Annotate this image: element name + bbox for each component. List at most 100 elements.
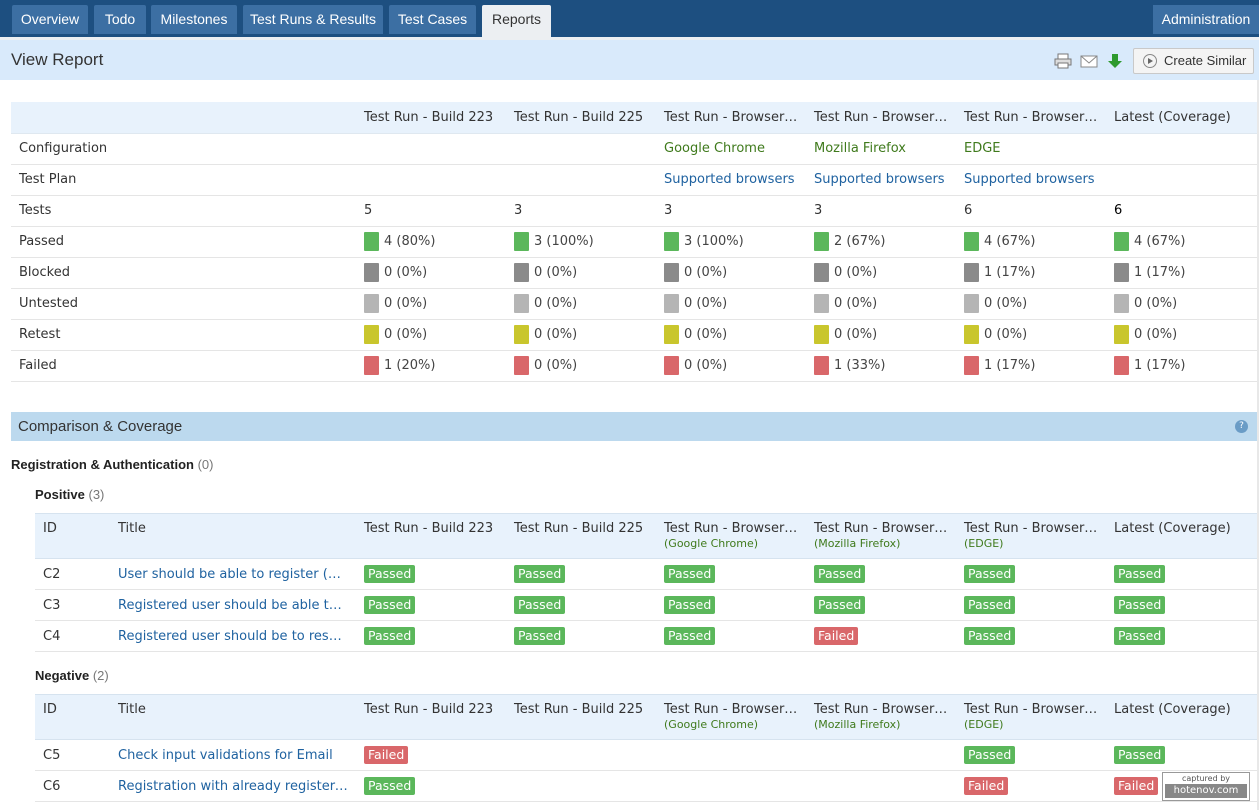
test-plan-link[interactable]: Supported browsers <box>656 164 806 196</box>
run-header-name: Test Run - Browsers... <box>814 702 954 717</box>
group-name: Negative <box>35 668 90 683</box>
result-badge[interactable]: Passed <box>1114 596 1166 614</box>
case-title-link[interactable]: Registered user should be able to lo... <box>110 589 356 621</box>
tab-test-runs-results[interactable]: Test Runs & Results <box>243 5 383 34</box>
summary-col-header: Test Run - Browsers... <box>656 102 806 134</box>
page-header: View Report Create Similar <box>0 37 1259 80</box>
test-plan-link[interactable]: Supported browsers <box>806 164 956 196</box>
passed-cell: 4 (67%) <box>1106 226 1257 258</box>
result-badge[interactable]: Failed <box>1114 777 1159 795</box>
summary-row-retest: Retest 0 (0%) 0 (0%) 0 (0%) 0 (0%) 0 (0%) 0 (0… <box>11 319 1257 351</box>
result-cell: Failed <box>806 620 956 652</box>
result-cell: Passed <box>956 589 1106 621</box>
run-header-name: Test Run - Build 223 <box>364 521 494 536</box>
untested-swatch <box>814 294 829 313</box>
tab-todo[interactable]: Todo <box>94 5 146 34</box>
result-badge[interactable]: Passed <box>664 627 716 645</box>
result-badge[interactable]: Passed <box>364 777 416 795</box>
run-header: Test Run - Browsers... (Mozilla Firefox) <box>806 694 956 740</box>
blocked-count: 0 (0%) <box>834 265 878 280</box>
result-cell: Passed <box>1106 589 1257 621</box>
failed-count: 1 (33%) <box>834 358 886 373</box>
blocked-cell: 1 (17%) <box>1106 257 1257 289</box>
failed-swatch <box>964 356 979 375</box>
result-badge[interactable]: Passed <box>514 596 566 614</box>
untested-count: 0 (0%) <box>534 296 578 311</box>
blocked-cell: 0 (0%) <box>506 257 656 289</box>
email-icon[interactable] <box>1080 53 1098 69</box>
result-badge[interactable]: Failed <box>814 627 859 645</box>
tab-reports[interactable]: Reports <box>482 5 551 37</box>
row-label: Untested <box>11 288 356 320</box>
comparison-table-positive: ID Title Test Run - Build 223 Test Run - Bu… <box>35 513 1257 652</box>
retest-cell: 0 (0%) <box>356 319 506 351</box>
run-header-name: Test Run - Browsers... <box>664 521 804 536</box>
result-cell: Failed <box>356 739 506 771</box>
result-badge[interactable]: Passed <box>364 596 416 614</box>
help-icon[interactable]: ? <box>1235 420 1248 433</box>
case-title-link[interactable]: Registered user should be to reset p... <box>110 620 356 652</box>
retest-count: 0 (0%) <box>834 327 878 342</box>
result-cell-empty <box>656 739 806 771</box>
case-title-link[interactable]: User should be able to register (via ... <box>110 558 356 590</box>
result-badge[interactable]: Passed <box>364 627 416 645</box>
result-badge[interactable]: Passed <box>1114 746 1166 764</box>
blocked-swatch <box>514 263 529 282</box>
passed-cell: 4 (80%) <box>356 226 506 258</box>
passed-count: 4 (67%) <box>984 234 1036 249</box>
retest-swatch <box>814 325 829 344</box>
result-badge[interactable]: Passed <box>964 596 1016 614</box>
passed-swatch <box>364 232 379 251</box>
result-badge[interactable]: Passed <box>814 565 866 583</box>
create-similar-button[interactable]: Create Similar <box>1133 48 1254 74</box>
result-cell: Passed <box>656 589 806 621</box>
blocked-swatch <box>964 263 979 282</box>
result-badge[interactable]: Passed <box>964 565 1016 583</box>
print-icon[interactable] <box>1054 53 1072 69</box>
result-cell-empty <box>806 770 956 802</box>
result-badge[interactable]: Failed <box>964 777 1009 795</box>
run-header: Test Run - Build 225 <box>506 513 656 559</box>
retest-cell: 0 (0%) <box>656 319 806 351</box>
result-badge[interactable]: Failed <box>364 746 409 764</box>
retest-cell: 0 (0%) <box>806 319 956 351</box>
result-badge[interactable]: Passed <box>514 565 566 583</box>
section-heading: Registration & Authentication (0) <box>11 457 213 472</box>
comparison-table-negative: ID Title Test Run - Build 223 Test Run - Bu… <box>35 694 1257 802</box>
result-badge[interactable]: Passed <box>514 627 566 645</box>
run-header: Test Run - Browsers... (EDGE) <box>956 513 1106 559</box>
result-badge[interactable]: Passed <box>664 596 716 614</box>
result-badge[interactable]: Passed <box>364 565 416 583</box>
run-header-name: Test Run - Build 223 <box>364 702 494 717</box>
test-plan-link <box>506 164 656 196</box>
failed-cell: 1 (17%) <box>956 350 1106 382</box>
passed-cell: 3 (100%) <box>506 226 656 258</box>
run-header-config: (Google Chrome) <box>664 537 759 550</box>
configuration-cell <box>356 133 506 165</box>
row-label: Tests <box>11 195 356 227</box>
tab-overview[interactable]: Overview <box>12 5 88 34</box>
result-badge[interactable]: Passed <box>1114 565 1166 583</box>
tab-test-cases[interactable]: Test Cases <box>389 5 476 34</box>
tests-count: 6 <box>1106 195 1257 227</box>
result-badge[interactable]: Passed <box>814 596 866 614</box>
result-badge[interactable]: Passed <box>964 627 1016 645</box>
test-plan-link[interactable]: Supported browsers <box>956 164 1106 196</box>
untested-cell: 0 (0%) <box>506 288 656 320</box>
blocked-swatch <box>1114 263 1129 282</box>
tab-milestones[interactable]: Milestones <box>151 5 237 34</box>
tab-administration[interactable]: Administration <box>1153 5 1259 34</box>
result-cell-empty <box>656 770 806 802</box>
failed-cell: 1 (33%) <box>806 350 956 382</box>
result-cell-empty <box>506 770 656 802</box>
row-label: Failed <box>11 350 356 382</box>
passed-cell: 4 (67%) <box>956 226 1106 258</box>
summary-row-test-plan: Test Plan Supported browsers Supported b… <box>11 164 1257 196</box>
case-title-link[interactable]: Check input validations for Email <box>110 739 356 771</box>
result-badge[interactable]: Passed <box>1114 627 1166 645</box>
download-icon[interactable] <box>1106 53 1124 69</box>
create-similar-label: Create Similar <box>1164 53 1247 68</box>
case-title-link[interactable]: Registration with already registered ... <box>110 770 356 802</box>
result-badge[interactable]: Passed <box>964 746 1016 764</box>
result-badge[interactable]: Passed <box>664 565 716 583</box>
